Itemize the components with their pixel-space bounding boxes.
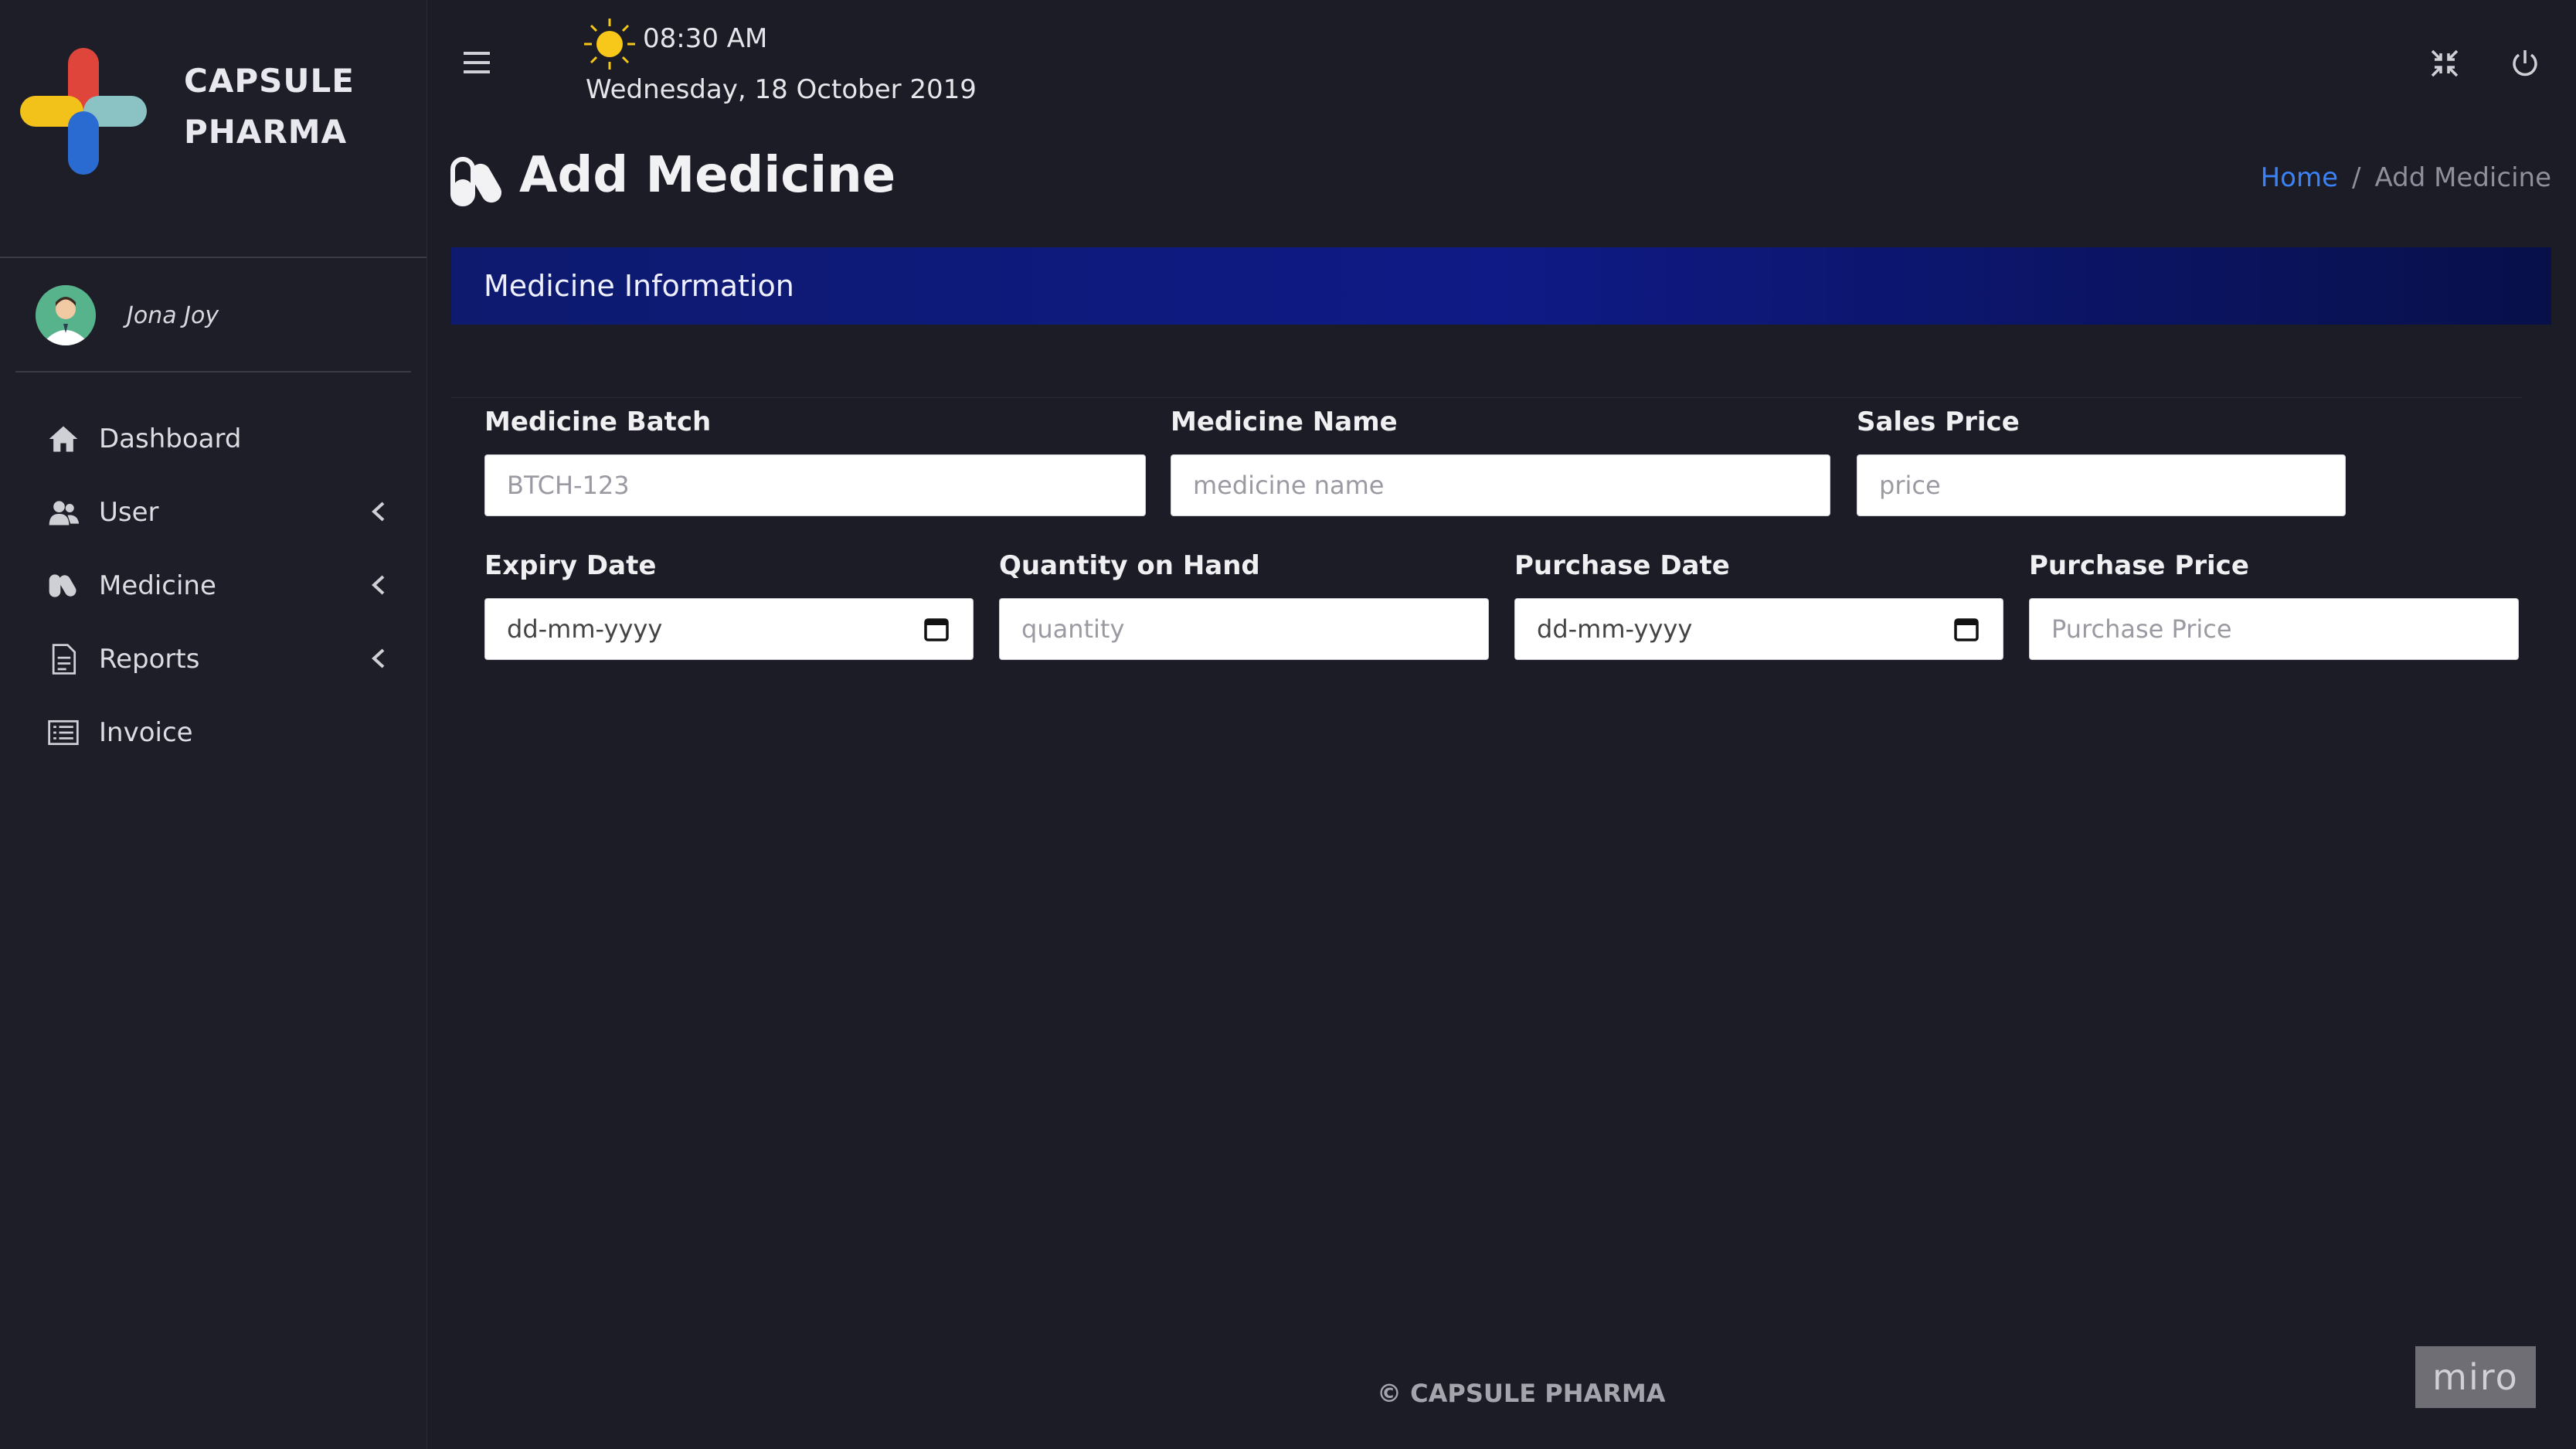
sidebar: CAPSULE PHARMA Jona Joy Dashboard User M… xyxy=(0,0,427,1449)
miro-watermark: miro xyxy=(2415,1346,2536,1408)
purchase-price-label: Purchase Price xyxy=(2029,550,2249,581)
calendar-icon[interactable] xyxy=(923,616,950,642)
brand-name: CAPSULE PHARMA xyxy=(184,62,355,151)
purchase-price-input[interactable] xyxy=(2029,598,2519,660)
quantity-label: Quantity on Hand xyxy=(999,550,1260,581)
sales-price-label: Sales Price xyxy=(1857,406,2020,437)
footer-copyright: © CAPSULE PHARMA xyxy=(1377,1379,1666,1408)
medicine-batch-label: Medicine Batch xyxy=(484,406,712,437)
medicine-batch-input[interactable] xyxy=(484,454,1146,516)
expiry-date-input[interactable]: dd-mm-yyyy xyxy=(484,598,974,660)
capsule-pharma-logo xyxy=(20,48,147,175)
medicine-name-label: Medicine Name xyxy=(1171,406,1398,437)
home-icon xyxy=(45,420,82,457)
fullscreen-exit-icon[interactable] xyxy=(2429,48,2460,79)
divider xyxy=(0,257,427,258)
chevron-left-icon xyxy=(372,575,385,595)
sidebar-item-reports[interactable]: Reports xyxy=(45,622,393,696)
breadcrumb-home-link[interactable]: Home xyxy=(2261,162,2338,193)
sidebar-item-medicine[interactable]: Medicine xyxy=(45,549,393,622)
breadcrumb-current: Add Medicine xyxy=(2374,162,2551,193)
user-panel[interactable]: Jona Joy xyxy=(36,284,219,346)
menu-toggle-icon[interactable] xyxy=(462,49,491,76)
power-icon[interactable] xyxy=(2510,48,2540,79)
sidebar-item-invoice[interactable]: Invoice xyxy=(45,696,393,769)
capsules-icon xyxy=(450,157,501,206)
page-title: Add Medicine xyxy=(519,147,896,204)
breadcrumb: Home / Add Medicine xyxy=(2261,162,2551,193)
quantity-input[interactable] xyxy=(999,598,1489,660)
sidebar-nav: Dashboard User Medicine Reports Invoice xyxy=(45,402,393,769)
medicine-name-input[interactable] xyxy=(1171,454,1830,516)
divider xyxy=(15,371,411,372)
chevron-left-icon xyxy=(372,648,385,668)
sun-icon xyxy=(584,19,635,70)
sidebar-item-dashboard[interactable]: Dashboard xyxy=(45,402,393,475)
current-time: 08:30 AM xyxy=(643,23,768,54)
user-name: Jona Joy xyxy=(127,301,219,329)
divider xyxy=(451,397,2522,398)
expiry-date-label: Expiry Date xyxy=(484,550,657,581)
report-icon xyxy=(45,641,82,678)
sidebar-item-user[interactable]: User xyxy=(45,475,393,549)
expiry-date-placeholder: dd-mm-yyyy xyxy=(507,614,663,644)
invoice-icon xyxy=(45,714,82,751)
card-title: Medicine Information xyxy=(484,269,794,303)
breadcrumb-separator: / xyxy=(2352,162,2361,193)
avatar xyxy=(36,285,96,345)
calendar-icon[interactable] xyxy=(1953,616,1980,642)
capsules-icon xyxy=(45,567,82,604)
current-date: Wednesday, 18 October 2019 xyxy=(586,74,977,105)
purchase-date-label: Purchase Date xyxy=(1514,550,1730,581)
purchase-date-input[interactable]: dd-mm-yyyy xyxy=(1514,598,2003,660)
users-icon xyxy=(45,494,82,531)
purchase-date-placeholder: dd-mm-yyyy xyxy=(1537,614,1693,644)
chevron-left-icon xyxy=(372,502,385,522)
sales-price-input[interactable] xyxy=(1857,454,2346,516)
card-header: Medicine Information xyxy=(451,247,2551,325)
